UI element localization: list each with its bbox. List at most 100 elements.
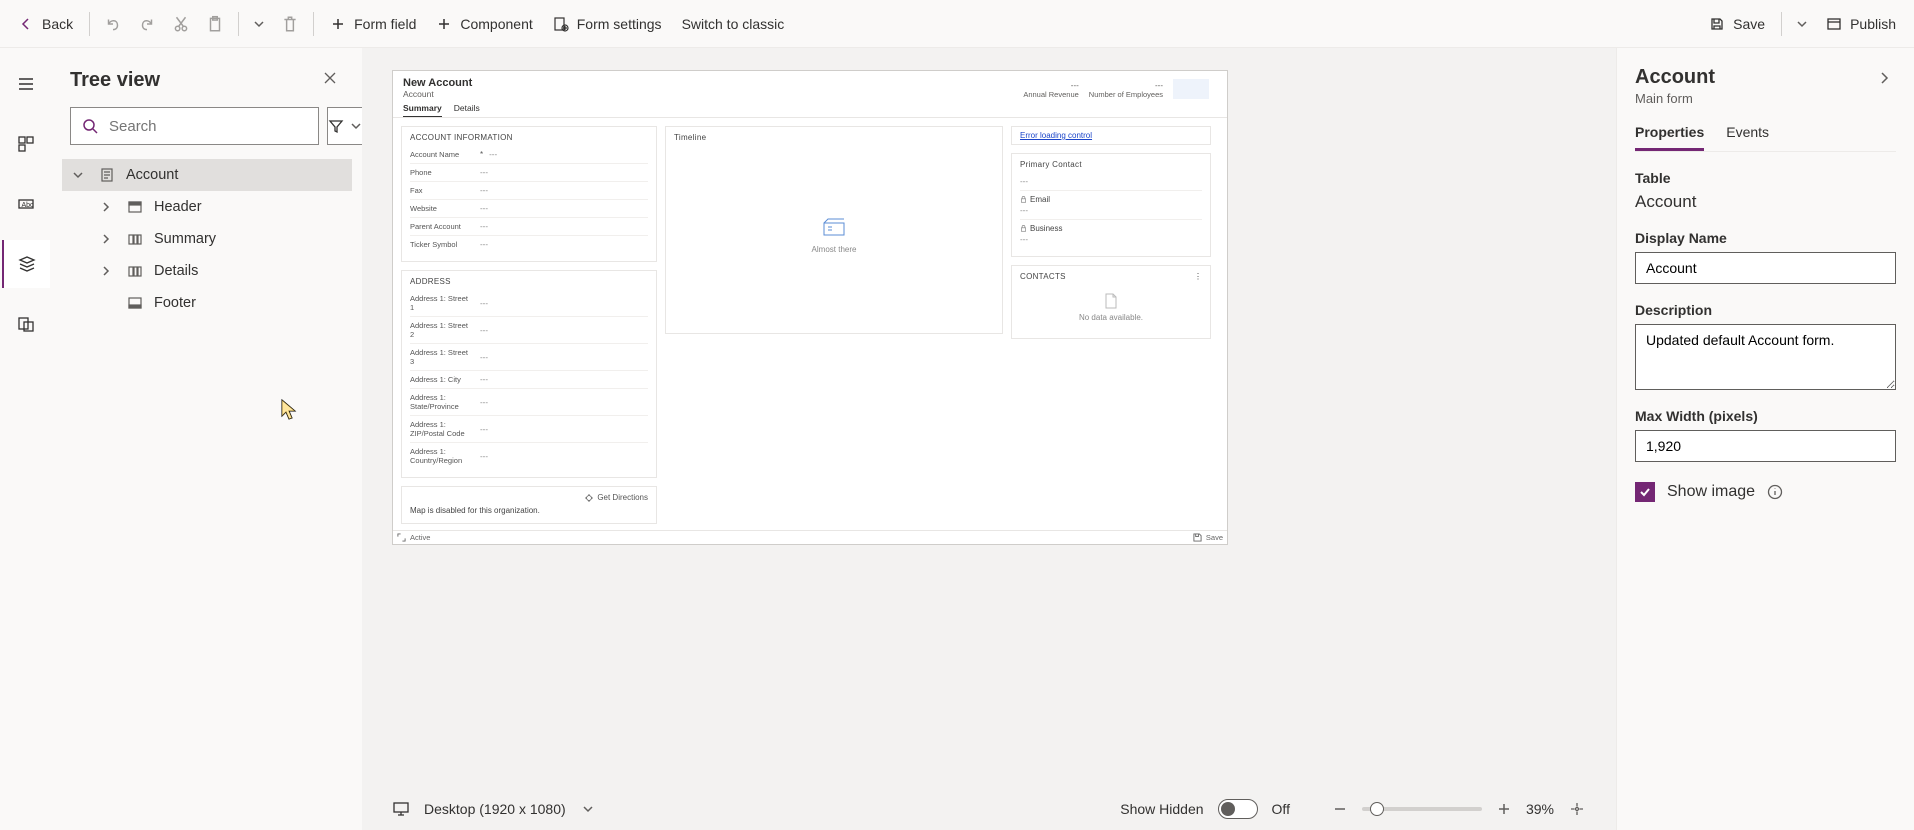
prop-description-label: Description <box>1635 302 1896 318</box>
prop-maxwidth-input[interactable] <box>1635 430 1896 462</box>
form-tab-details[interactable]: Details <box>454 103 480 117</box>
field-label: Fax <box>410 186 474 195</box>
rail-form-libraries[interactable] <box>2 300 50 348</box>
cut-button[interactable] <box>164 9 198 39</box>
redo-button[interactable] <box>130 9 164 39</box>
undo-button[interactable] <box>96 9 130 39</box>
device-label: Desktop (1920 x 1080) <box>424 801 566 817</box>
field-row[interactable]: Address 1: Street 3--- <box>410 344 648 371</box>
field-row[interactable]: Address 1: City--- <box>410 371 648 389</box>
field-row[interactable]: Account Name*--- <box>410 146 648 164</box>
section-title: Timeline <box>674 133 994 146</box>
section-title: ADDRESS <box>410 277 648 290</box>
form-tab-summary[interactable]: Summary <box>403 103 442 117</box>
section-title: CONTACTS <box>1020 272 1066 285</box>
field-row[interactable]: Address 1: ZIP/Postal Code--- <box>410 416 648 443</box>
tree-search-input[interactable] <box>109 118 308 135</box>
add-component-button[interactable]: Component <box>426 10 542 38</box>
tree-item-footer[interactable]: Footer <box>62 287 352 319</box>
publish-label: Publish <box>1850 16 1896 32</box>
properties-panel: Account Main form Properties Events Tabl… <box>1616 48 1914 830</box>
field-row[interactable]: Address 1: Country/Region--- <box>410 443 648 469</box>
field-value: --- <box>480 186 488 195</box>
section-map[interactable]: Get Directions Map is disabled for this … <box>401 486 657 524</box>
field-label: Phone <box>410 168 474 177</box>
paste-dropdown[interactable] <box>245 10 273 38</box>
prop-tab-properties[interactable]: Properties <box>1635 124 1704 151</box>
field-row[interactable]: Fax --- <box>410 182 648 200</box>
field-row[interactable]: Address 1: Street 2--- <box>410 317 648 344</box>
field-value: --- <box>1020 235 1028 244</box>
prop-description-input[interactable] <box>1635 324 1896 390</box>
prop-showimage-checkbox[interactable] <box>1635 482 1655 502</box>
fit-icon[interactable] <box>1568 800 1586 818</box>
field-label: Address 1: State/Province <box>410 393 474 411</box>
tree-item-account[interactable]: Account <box>62 159 352 191</box>
rail-fields[interactable]: Abc <box>2 180 50 228</box>
add-form-field-button[interactable]: Form field <box>320 10 426 38</box>
form-settings-button[interactable]: Form settings <box>543 10 672 38</box>
zoom-in-icon[interactable] <box>1496 801 1512 817</box>
tree-item-label: Footer <box>154 295 196 311</box>
tree-item-header[interactable]: Header <box>62 191 352 223</box>
components-icon <box>17 135 35 153</box>
field-row[interactable]: Ticker Symbol--- <box>410 236 648 253</box>
section-timeline[interactable]: Timeline Almost there <box>665 126 1003 334</box>
delete-button[interactable] <box>273 9 307 39</box>
prop-tab-events[interactable]: Events <box>1726 124 1769 151</box>
field-label: Address 1: City <box>410 375 474 384</box>
separator <box>313 12 314 36</box>
field-value: --- <box>480 425 488 434</box>
prop-subtitle: Main form <box>1635 91 1715 106</box>
section-contacts[interactable]: CONTACTS⋮ No data available. <box>1011 265 1211 339</box>
paste-button[interactable] <box>198 9 232 39</box>
field-row[interactable]: Phone--- <box>410 164 648 182</box>
chevron-right-icon <box>98 263 114 279</box>
tree-filter-button[interactable] <box>327 107 365 145</box>
zoom-slider[interactable] <box>1362 807 1482 811</box>
field-row[interactable]: Address 1: Street 1--- <box>410 290 648 317</box>
rail-components[interactable] <box>2 120 50 168</box>
error-link[interactable]: Error loading control <box>1020 131 1092 140</box>
tree-search-box[interactable] <box>70 107 319 145</box>
field-row[interactable]: Parent Account--- <box>410 218 648 236</box>
target-icon <box>585 494 593 502</box>
save-icon <box>1709 16 1725 32</box>
section-error[interactable]: Error loading control <box>1011 126 1211 145</box>
tree-view-title: Tree view <box>70 69 160 92</box>
form-preview[interactable]: New Account Account --- Annual Revenue -… <box>392 70 1228 545</box>
cut-icon <box>172 15 190 33</box>
library-icon <box>17 315 35 333</box>
prop-table-value: Account <box>1635 192 1896 212</box>
section-account-information[interactable]: ACCOUNT INFORMATION Account Name*---Phon… <box>401 126 657 262</box>
section-primary-contact[interactable]: Primary Contact --- Email --- Business -… <box>1011 153 1211 257</box>
tree-item-details[interactable]: Details <box>62 255 352 287</box>
publish-button[interactable]: Publish <box>1816 10 1906 38</box>
tree-item-summary[interactable]: Summary <box>62 223 352 255</box>
field-row[interactable]: Address 1: State/Province--- <box>410 389 648 416</box>
field-value: --- <box>480 240 488 249</box>
back-button[interactable]: Back <box>8 10 83 38</box>
section-address[interactable]: ADDRESS Address 1: Street 1---Address 1:… <box>401 270 657 478</box>
search-icon <box>81 117 99 135</box>
check-icon <box>1638 485 1652 499</box>
save-button[interactable]: Save <box>1699 10 1775 38</box>
lock-icon <box>1020 225 1027 232</box>
tree-view-close[interactable] <box>316 64 344 97</box>
prop-table-label: Table <box>1635 170 1896 186</box>
no-data-msg: No data available. <box>1079 313 1143 322</box>
rail-tree-view[interactable] <box>2 240 50 288</box>
field-row[interactable]: Website--- <box>410 200 648 218</box>
info-icon[interactable] <box>1767 484 1783 500</box>
svg-text:Abc: Abc <box>22 202 35 209</box>
prop-displayname-input[interactable] <box>1635 252 1896 284</box>
switch-classic-button[interactable]: Switch to classic <box>672 10 795 38</box>
toggle-state: Off <box>1272 801 1290 817</box>
save-dropdown[interactable] <box>1788 10 1816 38</box>
rail-hamburger[interactable] <box>2 60 50 108</box>
prop-collapse[interactable] <box>1872 66 1896 95</box>
chevron-down-icon[interactable] <box>580 801 596 817</box>
show-hidden-toggle[interactable] <box>1218 799 1258 819</box>
zoom-out-icon[interactable] <box>1332 801 1348 817</box>
hamburger-icon <box>17 75 35 93</box>
